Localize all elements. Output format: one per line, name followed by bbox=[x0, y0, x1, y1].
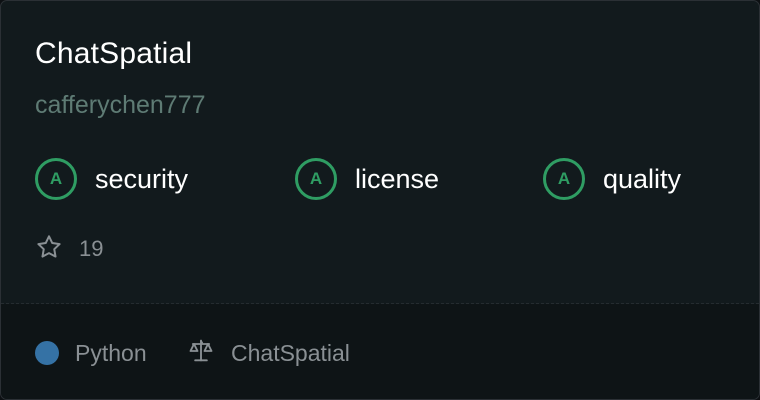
language-color-dot bbox=[35, 341, 59, 365]
grade-label: quality bbox=[603, 163, 682, 194]
grade-label: license bbox=[355, 163, 440, 194]
grade-badge-icon: A bbox=[295, 158, 337, 200]
card-footer: Python ChatSpatial bbox=[1, 304, 759, 399]
language-label: Python bbox=[75, 339, 147, 366]
language: Python bbox=[35, 338, 147, 368]
grade-badge-icon: A bbox=[35, 158, 77, 200]
license-label: ChatSpatial bbox=[231, 339, 350, 366]
repo-title[interactable]: ChatSpatial bbox=[35, 37, 192, 71]
repo-owner[interactable]: cafferychen777 bbox=[35, 91, 206, 120]
repo-card[interactable]: ChatSpatial cafferychen777 A security A … bbox=[0, 0, 760, 400]
grade-quality: A quality bbox=[543, 155, 681, 203]
grade-license: A license bbox=[295, 155, 439, 203]
license: ChatSpatial bbox=[187, 338, 350, 368]
scale-icon bbox=[187, 337, 215, 370]
grade-security: A security bbox=[35, 155, 188, 203]
star-count[interactable]: 19 bbox=[35, 233, 103, 265]
star-count-value: 19 bbox=[79, 236, 104, 261]
grade-label: security bbox=[95, 163, 189, 194]
grade-badge-icon: A bbox=[543, 158, 585, 200]
star-icon bbox=[35, 233, 63, 266]
